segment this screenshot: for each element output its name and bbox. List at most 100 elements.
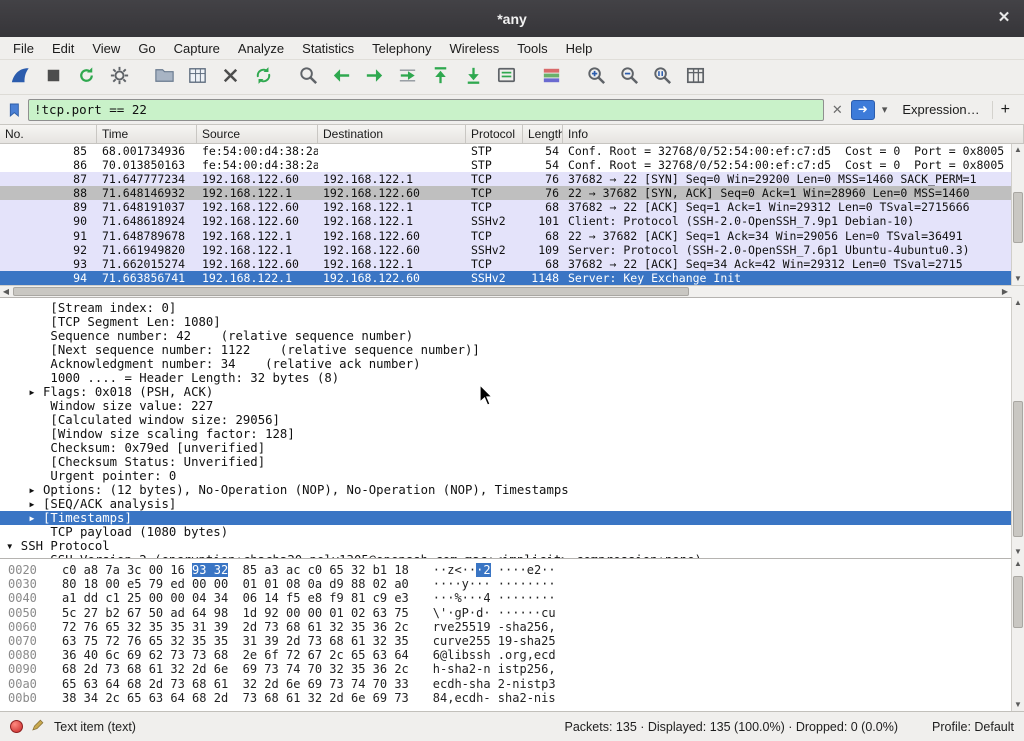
detail-line[interactable]: Urgent pointer: 0 bbox=[0, 469, 1024, 483]
packet-list-vscrollbar[interactable]: ▲ ▼ bbox=[1011, 144, 1024, 285]
display-filter-input[interactable] bbox=[28, 99, 824, 121]
hex-row[interactable]: 0090 68 2d 73 68 61 32 2d 6e 69 73 74 70… bbox=[0, 662, 1024, 676]
hex-row[interactable]: 0040 a1 dd c1 25 00 00 04 34 06 14 f5 e8… bbox=[0, 591, 1024, 605]
detail-line[interactable]: ▸ Flags: 0x018 (PSH, ACK) bbox=[0, 385, 1024, 399]
hex-ascii[interactable]: curve255 19-sha25 bbox=[433, 634, 556, 648]
find-packet-button[interactable] bbox=[293, 63, 324, 92]
detail-line[interactable]: 1000 .... = Header Length: 32 bytes (8) bbox=[0, 371, 1024, 385]
hex-row[interactable]: 0030 80 18 00 e5 79 ed 00 00 01 01 08 0a… bbox=[0, 577, 1024, 591]
column-header[interactable]: Length bbox=[523, 125, 563, 143]
column-header[interactable]: Destination bbox=[318, 125, 466, 143]
menu-item[interactable]: Tools bbox=[508, 39, 556, 58]
detail-line[interactable]: ▸ [SEQ/ACK analysis] bbox=[0, 497, 1024, 511]
menu-item[interactable]: Analyze bbox=[229, 39, 293, 58]
packet-row[interactable]: 90 71.648618924 192.168.122.60 192.168.1… bbox=[0, 214, 1024, 228]
scrollbar-thumb[interactable] bbox=[1013, 576, 1023, 628]
hex-bytes[interactable]: c0 a8 7a 3c 00 16 93 32 85 a3 ac c0 65 3… bbox=[62, 563, 409, 577]
detail-line[interactable]: ▾ SSH Protocol bbox=[0, 539, 1024, 553]
hex-ascii[interactable]: ···%···4 ········ bbox=[433, 591, 556, 605]
detail-line[interactable]: [TCP Segment Len: 1080] bbox=[0, 315, 1024, 329]
hex-bytes[interactable]: 65 63 64 68 2d 73 68 61 32 2d 6e 69 73 7… bbox=[62, 677, 409, 691]
menu-item[interactable]: Telephony bbox=[363, 39, 440, 58]
start-capture-button[interactable] bbox=[5, 63, 36, 92]
zoom-out-button[interactable] bbox=[614, 63, 645, 92]
hex-row[interactable]: 00b0 38 34 2c 65 63 64 68 2d 73 68 61 32… bbox=[0, 691, 1024, 705]
resize-columns-button[interactable] bbox=[680, 63, 711, 92]
column-header[interactable]: Source bbox=[197, 125, 318, 143]
hex-row[interactable]: 0020 c0 a8 7a 3c 00 16 93 32 85 a3 ac c0… bbox=[0, 563, 1024, 577]
open-file-button[interactable] bbox=[149, 63, 180, 92]
hex-row[interactable]: 0060 72 76 65 32 35 35 31 39 2d 73 68 61… bbox=[0, 620, 1024, 634]
close-file-button[interactable] bbox=[215, 63, 246, 92]
menu-item[interactable]: Statistics bbox=[293, 39, 363, 58]
detail-line[interactable]: TCP payload (1080 bytes) bbox=[0, 525, 1024, 539]
packet-row[interactable]: 94 71.663856741 192.168.122.1 192.168.12… bbox=[0, 271, 1024, 285]
restart-capture-button[interactable] bbox=[71, 63, 102, 92]
detail-line[interactable]: [Checksum Status: Unverified] bbox=[0, 455, 1024, 469]
stop-capture-button[interactable] bbox=[38, 63, 69, 92]
profile-button[interactable]: Profile: Default bbox=[932, 720, 1014, 734]
zoom-original-button[interactable] bbox=[647, 63, 678, 92]
colorize-button[interactable] bbox=[536, 63, 567, 92]
hex-ascii[interactable]: ··z<···2 ····e2·· bbox=[433, 563, 556, 577]
filter-bookmark-icon[interactable] bbox=[6, 100, 24, 120]
hex-bytes[interactable]: 68 2d 73 68 61 32 2d 6e 69 73 74 70 32 3… bbox=[62, 662, 409, 676]
column-header[interactable]: Info bbox=[563, 125, 1024, 143]
hex-row[interactable]: 0070 63 75 72 76 65 32 35 35 31 39 2d 73… bbox=[0, 634, 1024, 648]
filter-dropdown-icon[interactable]: ▾ bbox=[879, 103, 891, 116]
filter-clear-icon[interactable]: ✕ bbox=[828, 102, 847, 118]
expert-info-icon[interactable] bbox=[10, 720, 23, 733]
packet-row[interactable]: 85 68.001734936 fe:54:00:d4:38:2a STP 54… bbox=[0, 144, 1024, 158]
detail-line[interactable]: Checksum: 0x79ed [unverified] bbox=[0, 441, 1024, 455]
hex-bytes[interactable]: 63 75 72 76 65 32 35 35 31 39 2d 73 68 6… bbox=[62, 634, 409, 648]
detail-line[interactable]: [Next sequence number: 1122 (relative se… bbox=[0, 343, 1024, 357]
packet-row[interactable]: 87 71.647777234 192.168.122.60 192.168.1… bbox=[0, 172, 1024, 186]
hex-bytes[interactable]: 72 76 65 32 35 35 31 39 2d 73 68 61 32 3… bbox=[62, 620, 409, 634]
scroll-left-icon[interactable]: ◀ bbox=[0, 286, 12, 297]
menu-item[interactable]: View bbox=[83, 39, 129, 58]
go-back-button[interactable] bbox=[326, 63, 357, 92]
menu-item[interactable]: Go bbox=[129, 39, 164, 58]
column-header[interactable]: No. bbox=[0, 125, 97, 143]
hex-row[interactable]: 0050 5c 27 b2 67 50 ad 64 98 1d 92 00 00… bbox=[0, 606, 1024, 620]
scrollbar-thumb[interactable] bbox=[1013, 192, 1023, 243]
menu-item[interactable]: File bbox=[4, 39, 43, 58]
details-vscrollbar[interactable]: ▲ ▼ bbox=[1011, 297, 1024, 558]
scrollbar-thumb[interactable] bbox=[1013, 401, 1023, 537]
scrollbar-thumb[interactable] bbox=[13, 287, 689, 296]
hex-ascii[interactable]: ····y··· ········ bbox=[433, 577, 556, 591]
detail-line[interactable]: [Calculated window size: 29056] bbox=[0, 413, 1024, 427]
packet-row[interactable]: 92 71.661949820 192.168.122.1 192.168.12… bbox=[0, 243, 1024, 257]
hex-bytes[interactable]: 5c 27 b2 67 50 ad 64 98 1d 92 00 00 01 0… bbox=[62, 606, 409, 620]
zoom-in-button[interactable] bbox=[581, 63, 612, 92]
packet-row[interactable]: 86 70.013850163 fe:54:00:d4:38:2a STP 54… bbox=[0, 158, 1024, 172]
menu-item[interactable]: Capture bbox=[165, 39, 229, 58]
hex-row[interactable]: 00a0 65 63 64 68 2d 73 68 61 32 2d 6e 69… bbox=[0, 677, 1024, 691]
detail-line[interactable]: ▸ [Timestamps] bbox=[0, 511, 1024, 525]
expression-button[interactable]: Expression… bbox=[894, 102, 987, 117]
detail-line[interactable]: [Window size scaling factor: 128] bbox=[0, 427, 1024, 441]
menu-item[interactable]: Wireless bbox=[440, 39, 508, 58]
save-file-button[interactable] bbox=[182, 63, 213, 92]
hex-ascii[interactable]: h-sha2-n istp256, bbox=[433, 662, 556, 676]
column-header[interactable]: Protocol bbox=[466, 125, 523, 143]
hex-bytes[interactable]: 36 40 6c 69 62 73 73 68 2e 6f 72 67 2c 6… bbox=[62, 648, 409, 662]
detail-line[interactable]: [Stream index: 0] bbox=[0, 301, 1024, 315]
detail-line[interactable]: Window size value: 227 bbox=[0, 399, 1024, 413]
detail-line[interactable]: Acknowledgment number: 34 (relative ack … bbox=[0, 357, 1024, 371]
filter-apply-button[interactable]: ➜ bbox=[851, 100, 875, 120]
hex-vscrollbar[interactable]: ▲ ▼ bbox=[1011, 558, 1024, 711]
hex-ascii[interactable]: 84,ecdh- sha2-nis bbox=[433, 691, 556, 705]
hex-bytes[interactable]: 80 18 00 e5 79 ed 00 00 01 01 08 0a d9 8… bbox=[62, 577, 409, 591]
packet-row[interactable]: 88 71.648146932 192.168.122.1 192.168.12… bbox=[0, 186, 1024, 200]
go-to-last-button[interactable] bbox=[458, 63, 489, 92]
detail-line[interactable]: Sequence number: 42 (relative sequence n… bbox=[0, 329, 1024, 343]
go-to-first-button[interactable] bbox=[425, 63, 456, 92]
close-window-button[interactable]: ✕ bbox=[994, 8, 1014, 28]
menu-item[interactable]: Edit bbox=[43, 39, 83, 58]
hex-bytes[interactable]: a1 dd c1 25 00 00 04 34 06 14 f5 e8 f9 8… bbox=[62, 591, 409, 605]
hex-ascii[interactable]: \'·gP·d· ······cu bbox=[433, 606, 556, 620]
hex-row[interactable]: 0080 36 40 6c 69 62 73 73 68 2e 6f 72 67… bbox=[0, 648, 1024, 662]
capture-comment-icon[interactable] bbox=[31, 718, 46, 736]
scroll-right-icon[interactable]: ▶ bbox=[999, 286, 1011, 297]
